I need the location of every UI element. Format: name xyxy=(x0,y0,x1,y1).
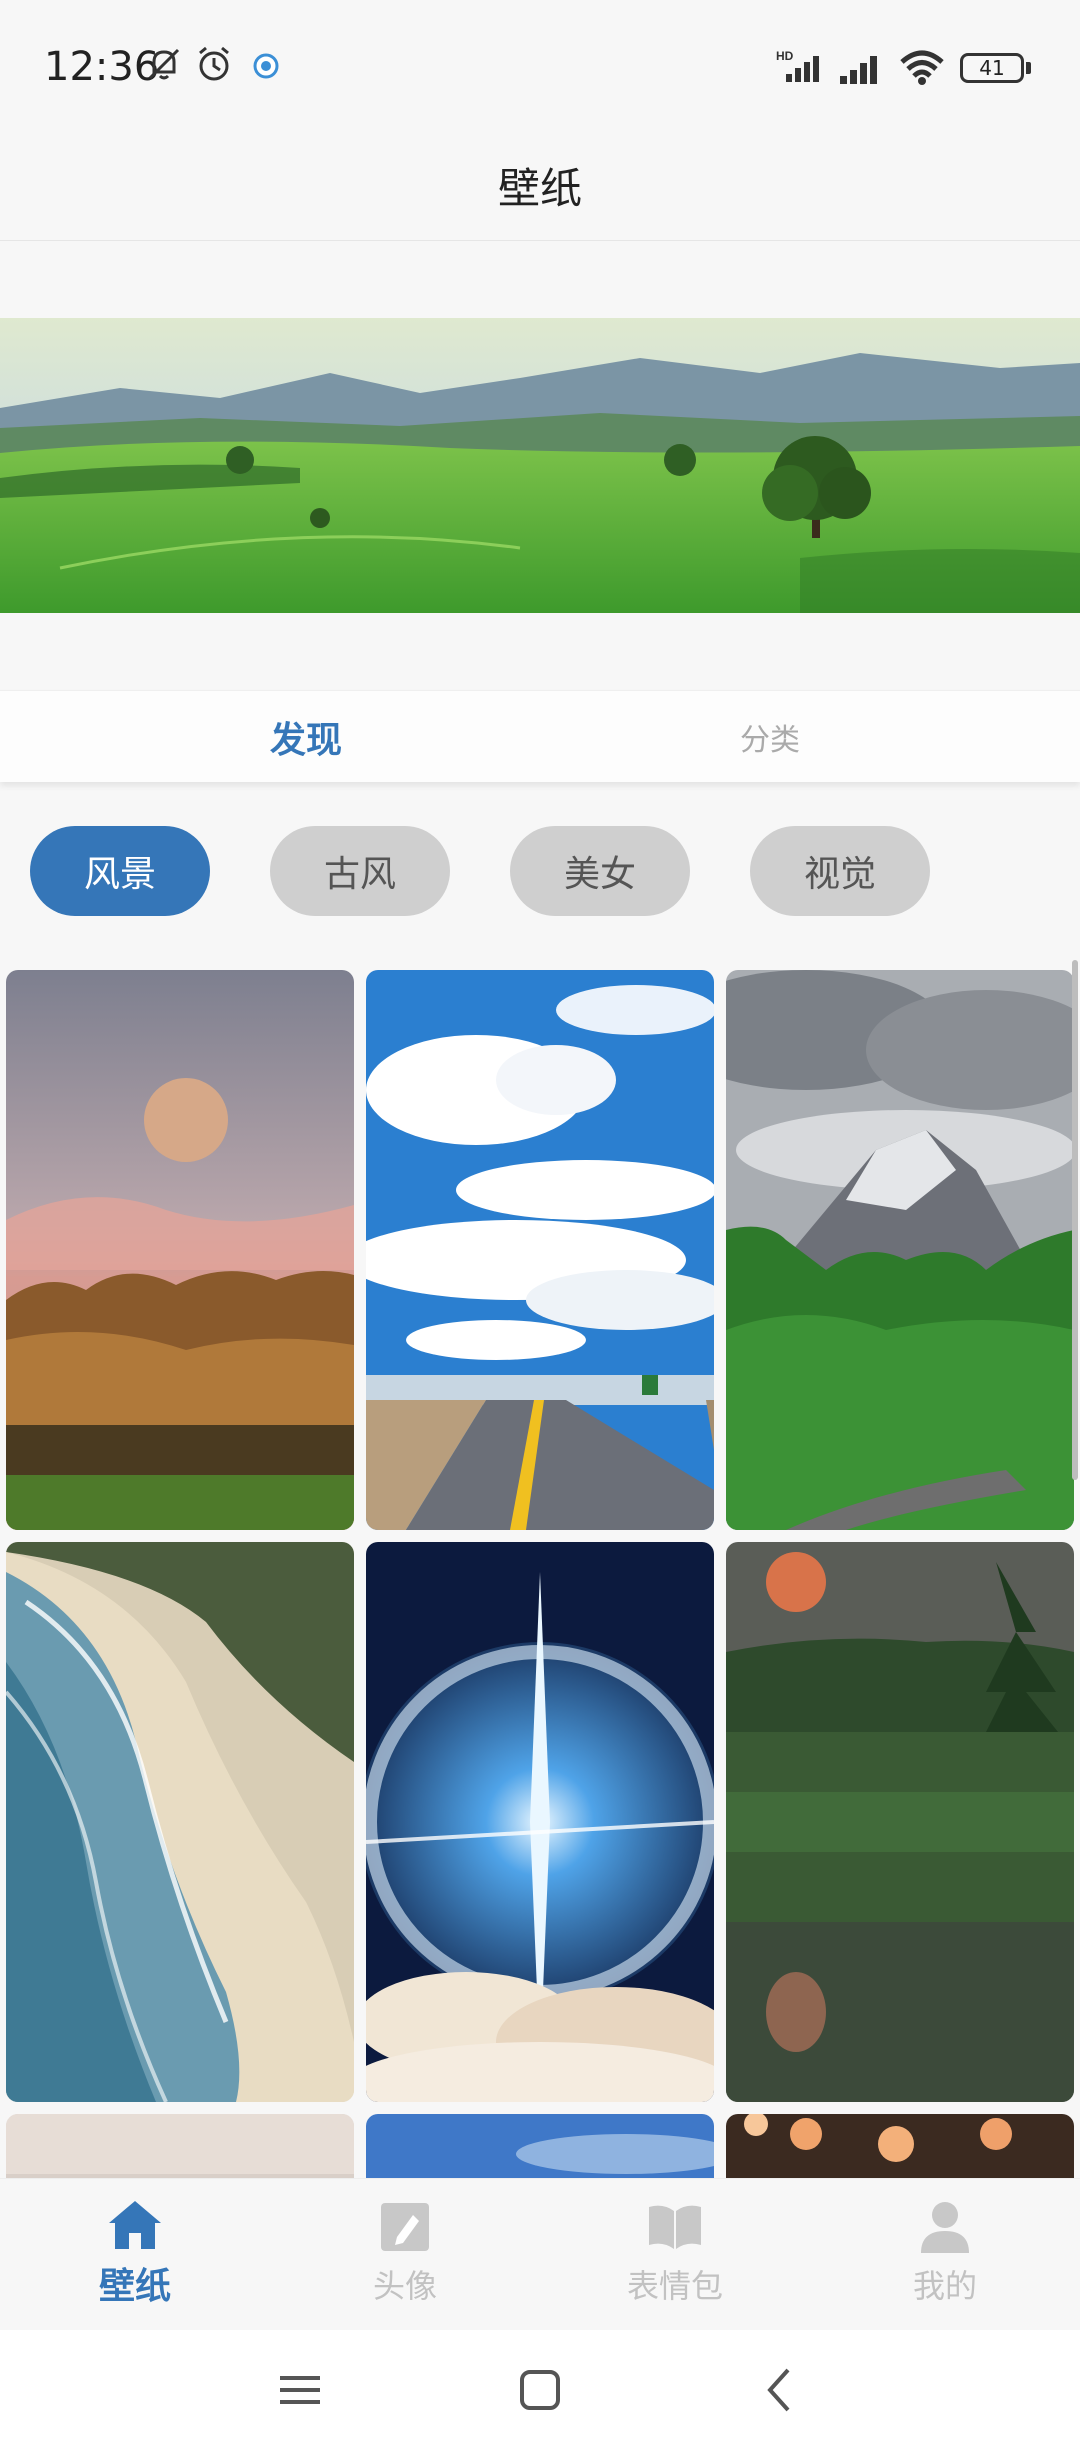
alarm-icon xyxy=(199,46,229,81)
nav-avatar-label: 头像 xyxy=(372,2267,437,2305)
home-icon xyxy=(109,2201,161,2249)
wallpaper-thumbnail[interactable] xyxy=(6,1542,354,2102)
banner-image[interactable] xyxy=(0,318,1080,613)
chip-visual[interactable]: 视觉 xyxy=(750,826,930,916)
nav-wallpaper-label: 壁纸 xyxy=(98,2266,171,2307)
screen: 12:36 HD 41 壁纸 发现 分类 风景 古风 美女 视觉 壁纸 头像 表… xyxy=(0,0,1080,2460)
status-time: 12:36 xyxy=(44,44,160,90)
menu-icon[interactable] xyxy=(276,2360,324,2420)
back-icon[interactable] xyxy=(756,2360,804,2420)
chip-ancient-style[interactable]: 古风 xyxy=(270,826,450,916)
chip-landscape[interactable]: 风景 xyxy=(30,826,210,916)
nav-mine[interactable]: 我的 xyxy=(810,2179,1080,2331)
signal-icon xyxy=(840,56,877,84)
app-notification-icon xyxy=(253,53,279,79)
page-title: 壁纸 xyxy=(497,163,582,213)
chip-ancient-style-label: 古风 xyxy=(323,854,396,895)
chip-visual-label: 视觉 xyxy=(803,854,876,895)
svg-text:HD: HD xyxy=(776,49,794,63)
mute-bell-icon xyxy=(148,48,180,80)
bottom-nav: 壁纸 头像 表情包 我的 xyxy=(0,2178,1080,2330)
nav-mine-label: 我的 xyxy=(912,2267,977,2305)
chip-landscape-label: 风景 xyxy=(83,854,156,895)
tab-category-label: 分类 xyxy=(740,723,800,758)
wallpaper-thumbnail[interactable] xyxy=(726,970,1074,1530)
wallpaper-thumbnail[interactable] xyxy=(6,2114,354,2180)
wallpaper-thumbnail[interactable] xyxy=(6,970,354,1530)
wallpaper-thumbnail[interactable] xyxy=(726,1542,1074,2102)
wallpaper-thumbnail[interactable] xyxy=(366,2114,714,2180)
nav-wallpaper[interactable]: 壁纸 xyxy=(0,2179,270,2331)
system-nav-bar xyxy=(0,2330,1080,2460)
app-header: 壁纸 xyxy=(0,130,1080,240)
book-icon xyxy=(649,2205,701,2249)
nav-avatar[interactable]: 头像 xyxy=(270,2179,540,2331)
tab-discover[interactable]: 发现 xyxy=(40,691,580,783)
status-bar: 12:36 HD 41 xyxy=(0,0,1080,130)
tab-discover-label: 发现 xyxy=(270,720,343,761)
wallpaper-grid xyxy=(0,970,1080,2180)
wifi-icon xyxy=(900,50,944,85)
nav-stickers[interactable]: 表情包 xyxy=(540,2179,810,2331)
chip-beauty[interactable]: 美女 xyxy=(510,826,690,916)
wallpaper-thumbnail[interactable] xyxy=(366,970,714,1530)
scrollbar[interactable] xyxy=(1072,960,1078,1480)
header-divider xyxy=(0,240,1080,241)
tab-bar: 发现 分类 xyxy=(0,690,1080,782)
wallpaper-thumbnail[interactable] xyxy=(726,2114,1074,2180)
battery-level: 41 xyxy=(979,56,1005,80)
nav-stickers-label: 表情包 xyxy=(626,2267,723,2305)
battery-icon: 41 xyxy=(960,53,1032,83)
chip-beauty-label: 美女 xyxy=(563,854,636,895)
wallpaper-thumbnail[interactable] xyxy=(366,1542,714,2102)
edit-photo-icon xyxy=(381,2203,429,2251)
hd-signal-icon: HD xyxy=(776,49,819,82)
tab-category[interactable]: 分类 xyxy=(500,691,1040,783)
home-button-icon[interactable] xyxy=(516,2360,564,2420)
person-icon xyxy=(921,2202,969,2253)
